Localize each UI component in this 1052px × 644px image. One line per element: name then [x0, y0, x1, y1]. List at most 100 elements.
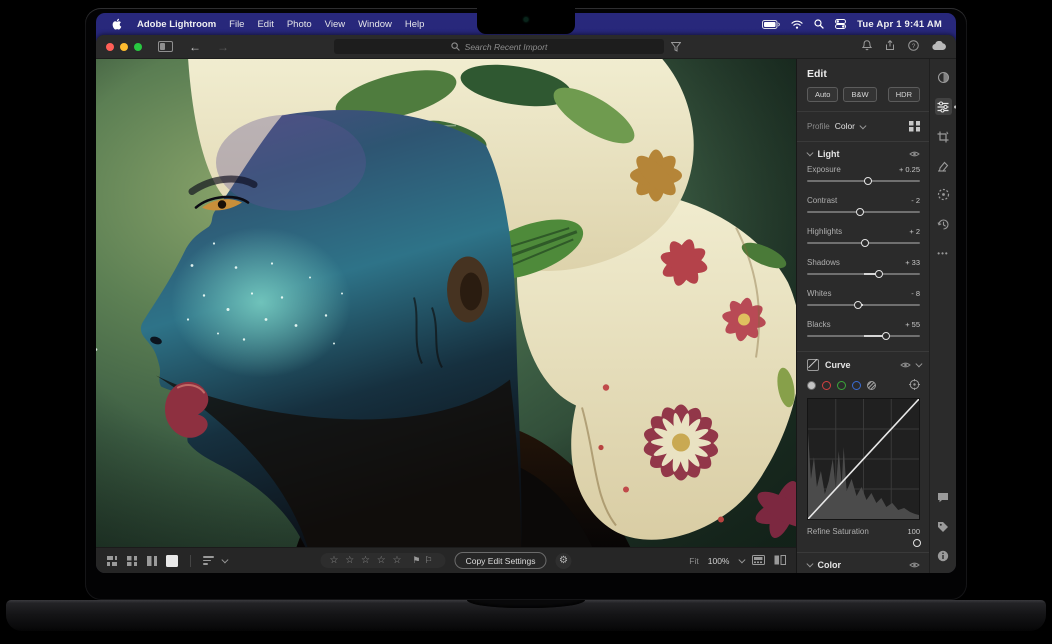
shadows-knob[interactable]	[875, 270, 883, 278]
highlights-slider[interactable]: Highlights+ 2	[797, 227, 929, 254]
exposure-slider[interactable]: Exposure+ 0.25	[797, 165, 929, 192]
sort-icon[interactable]	[203, 556, 214, 565]
spotlight-search-icon[interactable]	[814, 19, 824, 29]
close-window-button[interactable]	[106, 43, 114, 51]
channel-luminance-button[interactable]	[807, 381, 816, 390]
copy-edit-settings-button[interactable]: Copy Edit Settings	[455, 552, 547, 569]
highlights-knob[interactable]	[861, 239, 869, 247]
sidebar-toggle-icon[interactable]	[158, 41, 173, 52]
forward-button[interactable]: →	[217, 41, 229, 53]
help-icon[interactable]: ?	[908, 38, 919, 56]
curve-collapse-chevron-icon[interactable]	[915, 361, 921, 367]
square-grid-view-icon[interactable]	[126, 555, 138, 567]
notifications-bell-icon[interactable]	[862, 38, 872, 56]
reject-flag-icon[interactable]: ⚐	[425, 555, 437, 565]
zoom-window-button[interactable]	[134, 43, 142, 51]
minimize-window-button[interactable]	[120, 43, 128, 51]
color-visibility-eye-icon[interactable]	[909, 561, 920, 569]
contrast-value: - 2	[911, 196, 920, 205]
color-section-header[interactable]: Color	[797, 553, 929, 574]
zoom-level[interactable]: 100%	[708, 556, 730, 566]
browse-profiles-icon[interactable]	[909, 121, 920, 132]
wifi-icon[interactable]	[791, 20, 803, 29]
profile-chevron-icon[interactable]	[860, 122, 866, 128]
tool-rail: •••	[929, 59, 956, 573]
menu-help[interactable]: Help	[405, 19, 425, 30]
battery-icon[interactable]	[762, 20, 780, 29]
profile-value[interactable]: Color	[835, 121, 855, 131]
control-center-icon[interactable]	[835, 19, 846, 29]
exposure-knob[interactable]	[864, 177, 872, 185]
viewer-toolbar: ☆ ☆ ☆ ☆ ☆ ⚑⚐ Copy Edit Settings ⚙ Fit	[96, 547, 796, 573]
filter-icon[interactable]	[671, 42, 681, 52]
tone-curve-graph[interactable]	[807, 398, 920, 520]
auto-button[interactable]: Auto	[807, 87, 838, 102]
zoom-fit-label[interactable]: Fit	[689, 556, 698, 566]
channel-blue-button[interactable]	[852, 381, 861, 390]
contrast-knob[interactable]	[856, 208, 864, 216]
pick-flag-icon[interactable]: ⚑	[412, 555, 424, 565]
menu-file[interactable]: File	[229, 19, 244, 30]
masking-tool-icon[interactable]	[935, 186, 952, 203]
apple-menu-icon[interactable]	[112, 18, 122, 30]
color-collapse-chevron-icon[interactable]	[807, 561, 813, 567]
search-input[interactable]: Search Recent Import	[334, 39, 664, 54]
whites-value: - 8	[911, 289, 920, 298]
refine-saturation-knob[interactable]	[913, 539, 921, 547]
back-button[interactable]: ←	[189, 41, 201, 53]
light-visibility-eye-icon[interactable]	[909, 150, 920, 158]
light-collapse-chevron-icon[interactable]	[807, 150, 813, 156]
crop-tool-icon[interactable]	[935, 128, 952, 145]
zoom-chevron-icon[interactable]	[738, 557, 744, 563]
filmstrip-icon[interactable]	[752, 552, 765, 570]
menu-window[interactable]: Window	[358, 19, 392, 30]
cloud-sync-icon[interactable]	[932, 38, 946, 56]
contrast-slider[interactable]: Contrast- 2	[797, 196, 929, 223]
whites-slider[interactable]: Whites - 8	[797, 289, 929, 316]
versions-history-icon[interactable]	[935, 216, 952, 233]
menu-photo[interactable]: Photo	[287, 19, 312, 30]
more-options-icon[interactable]: •••	[935, 245, 952, 262]
hdr-button[interactable]: HDR	[888, 87, 920, 102]
facetime-camera	[524, 17, 529, 22]
blacks-slider[interactable]: Blacks+ 55	[797, 320, 929, 347]
photo-canvas[interactable]	[96, 59, 796, 547]
profile-row[interactable]: Profile Color	[797, 112, 929, 141]
blacks-knob[interactable]	[882, 332, 890, 340]
shadows-slider[interactable]: Shadows+ 33	[797, 258, 929, 285]
before-after-icon[interactable]	[774, 552, 786, 570]
menubar-clock[interactable]: Tue Apr 1 9:41 AM	[857, 19, 942, 30]
toolbar-divider	[190, 555, 191, 567]
share-icon[interactable]	[885, 38, 895, 56]
main-area: ☆ ☆ ☆ ☆ ☆ ⚑⚐ Copy Edit Settings ⚙ Fit	[96, 59, 956, 573]
comments-icon[interactable]	[935, 489, 952, 506]
menu-view[interactable]: View	[325, 19, 345, 30]
channel-green-button[interactable]	[837, 381, 846, 390]
settings-gear-icon[interactable]: ⚙	[556, 553, 572, 569]
edit-tool-icon[interactable]	[935, 98, 952, 115]
compare-view-icon[interactable]	[146, 555, 158, 567]
curve-section-header[interactable]: Curve	[797, 352, 929, 377]
curve-visibility-eye-icon[interactable]	[900, 361, 911, 369]
targeted-adjustment-icon[interactable]	[909, 379, 920, 392]
star-rating[interactable]: ☆ ☆ ☆ ☆ ☆	[329, 555, 403, 566]
highlights-label: Highlights	[807, 227, 842, 236]
keywords-tag-icon[interactable]	[935, 518, 952, 535]
whites-label: Whites	[807, 289, 831, 298]
whites-knob[interactable]	[854, 301, 862, 309]
curve-tool-icon[interactable]	[807, 359, 819, 371]
photo-grid-view-icon[interactable]	[106, 555, 118, 567]
channel-red-button[interactable]	[822, 381, 831, 390]
healing-tool-icon[interactable]	[935, 157, 952, 174]
window-controls	[106, 43, 142, 51]
quick-adjust-icon[interactable]	[935, 69, 952, 86]
sort-chevron-icon[interactable]	[222, 557, 228, 563]
light-section-header[interactable]: Light	[797, 142, 929, 165]
menubar-app-name[interactable]: Adobe Lightroom	[137, 19, 216, 30]
menu-edit[interactable]: Edit	[257, 19, 273, 30]
channel-point-curve-button[interactable]	[867, 381, 876, 390]
detail-view-icon[interactable]	[166, 555, 178, 567]
bw-button[interactable]: B&W	[843, 87, 876, 102]
rating-flag-group: ☆ ☆ ☆ ☆ ☆ ⚑⚐	[320, 553, 445, 568]
info-icon[interactable]	[935, 547, 952, 564]
